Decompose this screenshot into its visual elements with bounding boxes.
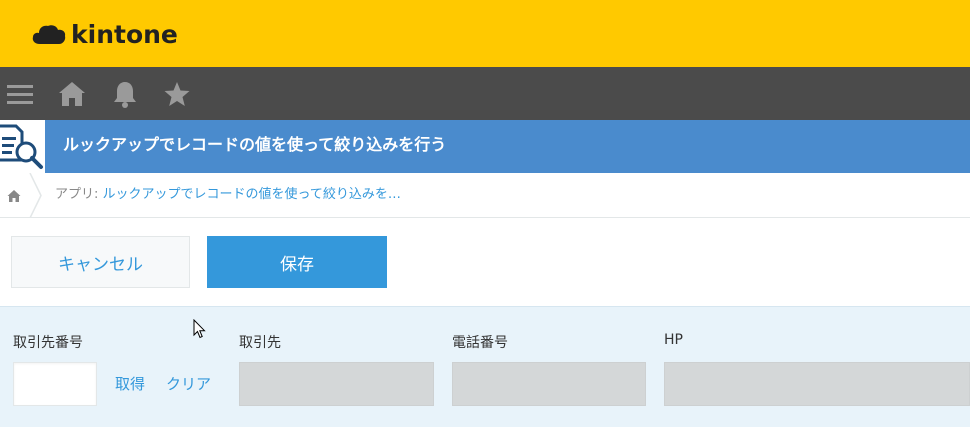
field-label-customer: 取引先	[239, 335, 281, 351]
edit-toolbar: キャンセル 保存	[0, 219, 970, 306]
kintone-logo[interactable]: kintone	[31, 14, 178, 54]
breadcrumb-home-icon[interactable]	[0, 173, 28, 218]
header-bar: kintone	[0, 0, 970, 67]
breadcrumb-separator-icon	[29, 173, 42, 218]
app-document-search-icon	[0, 120, 45, 173]
mouse-cursor-icon	[193, 319, 206, 339]
app-header: ルックアップでレコードの値を使って絞り込みを行う	[0, 120, 970, 173]
global-nav	[0, 67, 970, 120]
bell-icon[interactable]	[110, 79, 140, 109]
save-button[interactable]: 保存	[207, 236, 387, 288]
menu-icon[interactable]	[5, 79, 35, 109]
logo-text: kintone	[71, 19, 178, 49]
hp-field	[664, 362, 970, 406]
customer-field	[239, 362, 434, 406]
app-title: ルックアップでレコードの値を使って絞り込みを行う	[63, 135, 447, 154]
breadcrumb-app: アプリ: ルックアップでレコードの値を使って絞り込みを…	[55, 173, 401, 218]
record-form: 取引先番号 取得 クリア 取引先 電話番号 HP	[0, 306, 970, 427]
cloud-logo-icon	[32, 25, 66, 44]
star-icon[interactable]	[162, 79, 192, 109]
breadcrumb: アプリ: ルックアップでレコードの値を使って絞り込みを…	[0, 173, 970, 218]
field-label-customer-number: 取引先番号	[13, 335, 83, 351]
cancel-button[interactable]: キャンセル	[11, 236, 190, 288]
field-label-hp: HP	[664, 332, 683, 348]
breadcrumb-app-link[interactable]: ルックアップでレコードの値を使って絞り込みを…	[103, 187, 401, 202]
field-label-phone: 電話番号	[452, 335, 508, 351]
phone-field	[452, 362, 646, 406]
lookup-clear-link[interactable]: クリア	[166, 373, 211, 394]
breadcrumb-prefix: アプリ:	[55, 187, 103, 202]
lookup-get-link[interactable]: 取得	[115, 373, 145, 394]
customer-number-input[interactable]	[13, 362, 97, 406]
home-icon[interactable]	[57, 79, 87, 109]
